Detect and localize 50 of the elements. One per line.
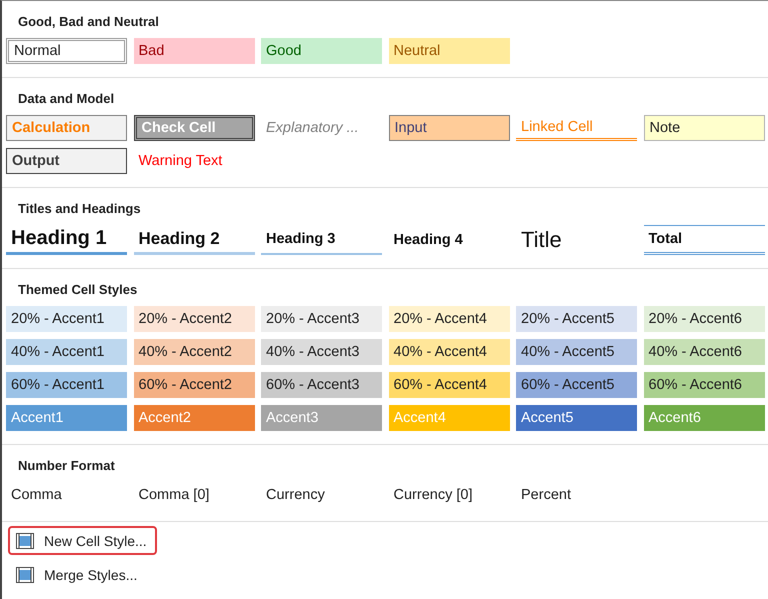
cell-style-option[interactable]: Input [388, 115, 510, 141]
section-heading: Number Format [18, 458, 115, 473]
cell-style-option[interactable]: Currency [261, 482, 382, 508]
cell-style-option[interactable]: Output [6, 148, 127, 174]
menu-item[interactable]: Merge Styles... [8, 560, 148, 589]
cell-style-option[interactable]: 20% - Accent4 [388, 306, 510, 332]
cell-style-option[interactable]: Explanatory ... [261, 115, 382, 141]
cell-style-option[interactable]: 20% - Accent3 [261, 306, 382, 332]
menu-item[interactable]: New Cell Style... [8, 526, 157, 555]
cell-style-option[interactable]: Comma [0] [134, 482, 254, 508]
cell-style-option[interactable]: 60% - Accent5 [516, 372, 637, 398]
cell-style-option[interactable]: 60% - Accent1 [6, 372, 127, 398]
cell-style-option[interactable]: Heading 2 [134, 225, 254, 255]
cell-style-option[interactable]: Title [516, 225, 637, 255]
cell-style-option[interactable]: Currency [0] [388, 482, 510, 508]
cell-style-option[interactable]: 20% - Accent2 [134, 306, 254, 332]
cell-style-option[interactable]: Good [261, 38, 382, 64]
cell-style-option[interactable]: 20% - Accent1 [6, 306, 127, 332]
cell-style-option[interactable]: 40% - Accent3 [261, 339, 382, 365]
cell-style-option[interactable]: Warning Text [134, 148, 254, 174]
cell-style-option[interactable]: Percent [516, 482, 637, 508]
cell-style-option[interactable]: Bad [134, 38, 254, 64]
cell-style-option[interactable]: 60% - Accent2 [134, 372, 254, 398]
section-heading: Data and Model [18, 91, 114, 106]
cell-style-option[interactable]: 40% - Accent4 [388, 339, 510, 365]
cell-style-option[interactable]: Comma [6, 482, 127, 508]
cell-style-option[interactable]: 20% - Accent6 [644, 306, 764, 332]
cell-style-option[interactable]: 60% - Accent3 [261, 372, 382, 398]
cell-style-option[interactable]: 40% - Accent1 [6, 339, 127, 365]
cell-style-option[interactable]: 60% - Accent4 [388, 372, 510, 398]
cell-style-option[interactable]: Note [644, 115, 764, 141]
section-heading: Good, Bad and Neutral [18, 14, 159, 29]
cell-style-option[interactable]: Neutral [388, 38, 510, 64]
menu-label: Merge Styles... [44, 566, 138, 582]
cell-style-option[interactable]: 40% - Accent2 [134, 339, 254, 365]
cell-grid-icon [16, 532, 34, 548]
menu-label: New Cell Style... [44, 532, 147, 548]
cell-style-option[interactable]: 40% - Accent6 [644, 339, 764, 365]
cell-style-option[interactable]: Heading 1 [6, 225, 127, 255]
cell-style-option[interactable]: Normal [6, 38, 127, 64]
cell-style-option[interactable]: 20% - Accent5 [516, 306, 637, 332]
section-heading: Titles and Headings [18, 201, 141, 216]
section-heading: Themed Cell Styles [18, 282, 138, 297]
cell-merge-icon [16, 566, 34, 582]
cell-style-option[interactable]: Total [644, 225, 764, 255]
cell-style-option[interactable]: 40% - Accent5 [516, 339, 637, 365]
cell-style-option[interactable]: Heading 3 [261, 225, 382, 255]
cell-style-option[interactable]: 60% - Accent6 [644, 372, 764, 398]
cell-style-option[interactable]: Heading 4 [388, 225, 510, 255]
cell-style-option[interactable]: Accent5 [516, 405, 637, 431]
